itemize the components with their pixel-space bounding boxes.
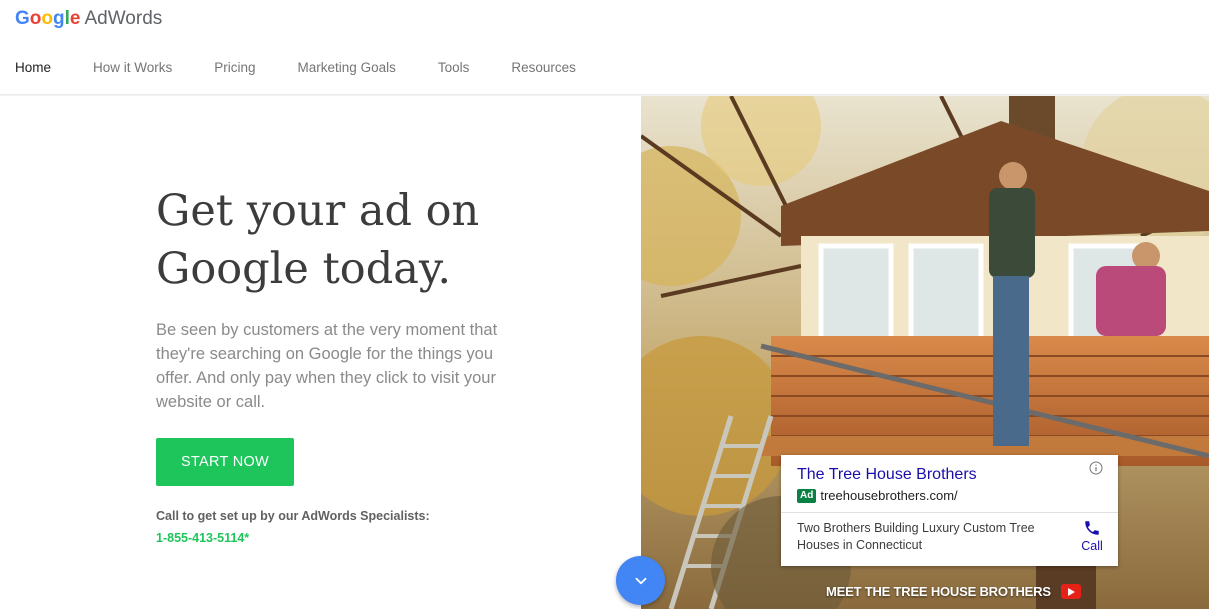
call-specialists-label: Call to get set up by our AdWords Specia… — [156, 509, 430, 523]
logo-letter: o — [29, 8, 42, 29]
ad-divider — [781, 512, 1118, 513]
phone-number-link[interactable]: 1-855-413-5114* — [156, 531, 249, 545]
logo-letter: g — [53, 8, 65, 29]
ad-headline[interactable]: The Tree House Brothers — [797, 466, 977, 484]
logo-letter: e — [69, 8, 81, 29]
google-wordmark: Google — [15, 8, 80, 29]
ad-badge: Ad — [797, 488, 817, 503]
hero-headline: Get your ad on Google today. — [156, 182, 616, 298]
hero-description: Be seen by customers at the very moment … — [156, 321, 498, 411]
nav-item-resources[interactable]: Resources — [511, 60, 576, 96]
youtube-play-icon — [1060, 584, 1081, 599]
ad-url-text: treehousebrothers.com/ — [820, 488, 958, 503]
sample-search-ad-card[interactable]: The Tree House Brothers Ad treehousebrot… — [781, 455, 1118, 566]
hero-headline-line-2: Google today. — [156, 244, 452, 294]
meet-tree-house-brothers-link[interactable]: MEET THE TREE HOUSE BROTHERS — [826, 584, 1081, 599]
ad-description: Two Brothers Building Luxury Custom Tree… — [797, 521, 1035, 552]
chevron-down-icon — [635, 577, 646, 584]
ad-call-label: Call — [1081, 539, 1103, 553]
info-icon[interactable] — [1089, 461, 1103, 475]
scroll-down-button[interactable] — [616, 556, 665, 605]
hero-headline-line-1: Get your ad on — [156, 186, 480, 236]
ad-call-button[interactable]: Call — [1072, 519, 1112, 553]
google-adwords-logo[interactable]: Google AdWords — [15, 8, 162, 30]
logo-letter: G — [15, 8, 30, 29]
ad-display-url: Ad treehousebrothers.com/ — [797, 488, 958, 503]
site-header: Google AdWords Home How it Works Pricing … — [0, 0, 1209, 96]
nav-item-pricing[interactable]: Pricing — [214, 60, 255, 96]
main-nav: Home How it Works Pricing Marketing Goal… — [15, 60, 618, 96]
video-link-label: MEET THE TREE HOUSE BROTHERS — [826, 584, 1051, 599]
nav-item-marketing-goals[interactable]: Marketing Goals — [298, 60, 396, 96]
nav-item-tools[interactable]: Tools — [438, 60, 470, 96]
phone-icon — [1085, 521, 1099, 535]
product-name: AdWords — [84, 8, 163, 29]
start-now-button[interactable]: START NOW — [156, 438, 294, 486]
logo-letter: o — [41, 8, 53, 29]
nav-item-how-it-works[interactable]: How it Works — [93, 60, 172, 96]
nav-item-home[interactable]: Home — [15, 60, 52, 96]
